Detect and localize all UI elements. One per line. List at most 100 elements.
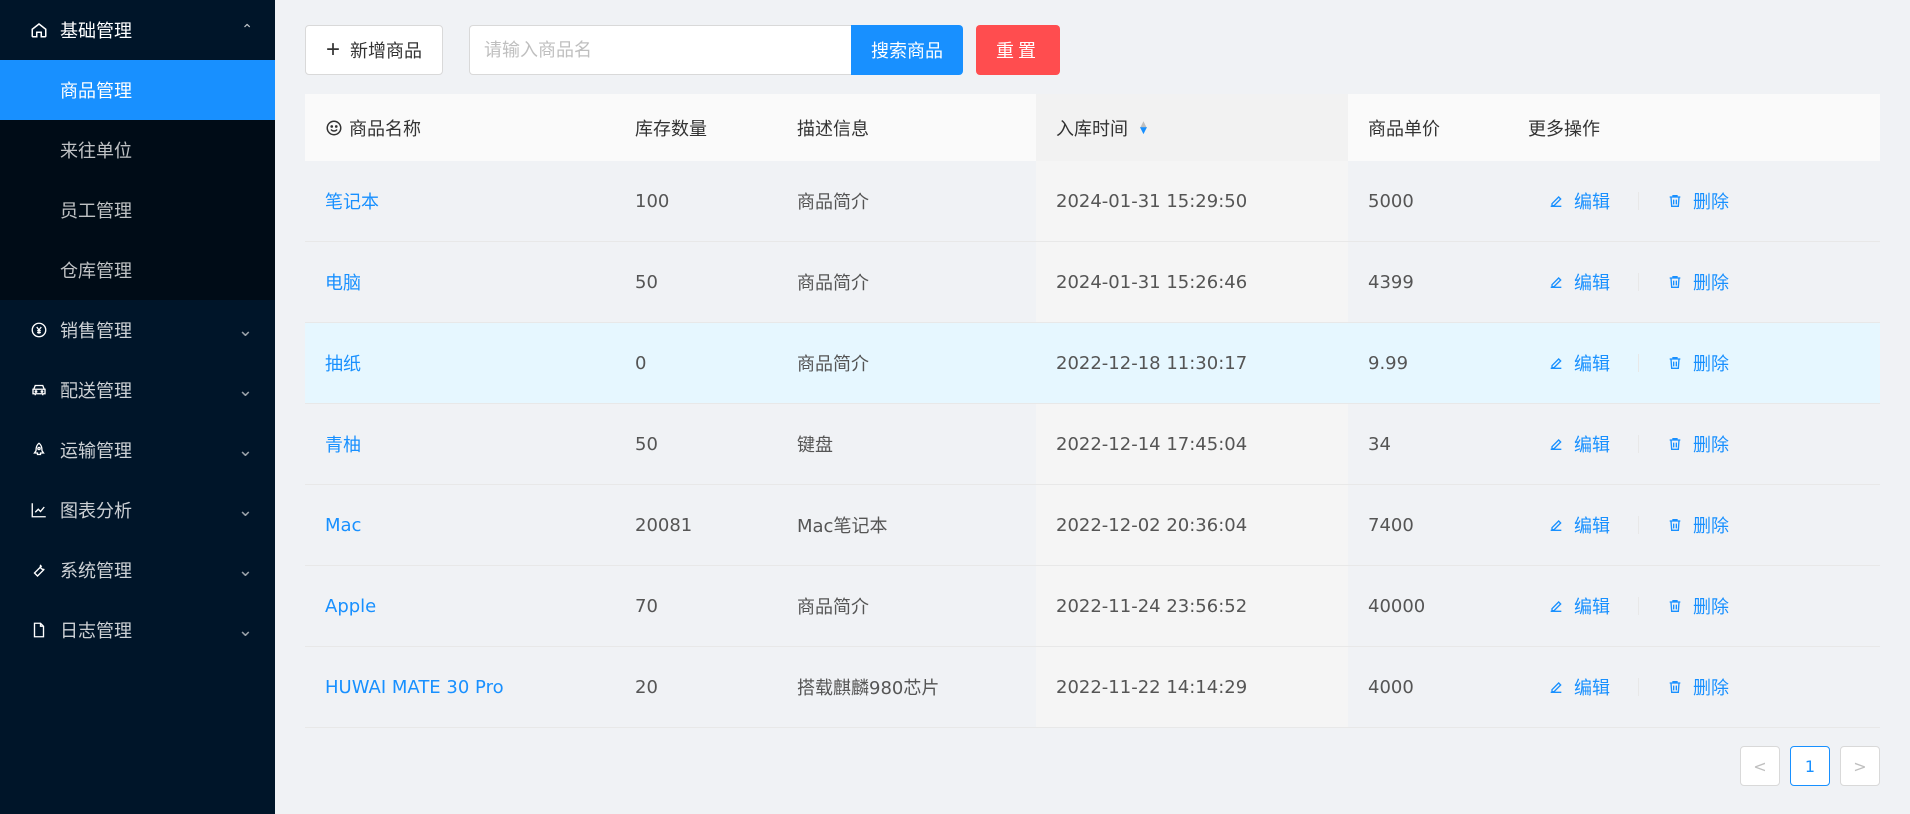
edit-button[interactable]: 编辑 <box>1548 188 1610 214</box>
menu-item-transport[interactable]: 运输管理 ⌄ <box>0 420 275 480</box>
search-group: 搜索商品 <box>469 25 964 75</box>
next-page-button[interactable]: > <box>1840 746 1880 786</box>
cell-time: 2022-12-02 20:36:04 <box>1036 485 1348 565</box>
rocket-icon <box>28 441 50 459</box>
prev-page-button[interactable]: < <box>1740 746 1780 786</box>
th-ops: 更多操作 <box>1508 94 1880 161</box>
menu-item-logs[interactable]: 日志管理 ⌄ <box>0 600 275 660</box>
table-row: Mac 20081 Mac笔记本 2022-12-02 20:36:04 7400 编辑 删… <box>305 485 1880 566</box>
submenu-item-warehouse[interactable]: 仓库管理 <box>0 240 275 300</box>
table-row: Apple 70 商品简介 2022-11-24 23:56:52 40000 编辑 删除 <box>305 566 1880 647</box>
sidebar: 基础管理 ⌃ 商品管理 来往单位 员工管理 仓库管理 销售管理 ⌄ 配送管理 ⌄… <box>0 0 275 814</box>
edit-icon <box>1548 193 1574 209</box>
delete-button[interactable]: 删除 <box>1667 593 1729 619</box>
cell-desc: 商品简介 <box>797 273 869 294</box>
menu-item-label: 系统管理 <box>60 561 132 582</box>
cell-name[interactable]: 青柚 <box>305 404 615 484</box>
cell-stock: 0 <box>635 352 647 374</box>
menu-item-charts[interactable]: 图表分析 ⌄ <box>0 480 275 540</box>
cell-desc: 搭载麒麟980芯片 <box>797 678 940 699</box>
menu-item-label: 销售管理 <box>60 321 132 342</box>
edit-label: 编辑 <box>1574 597 1610 618</box>
home-icon <box>28 21 50 39</box>
line-chart-icon <box>28 501 50 519</box>
submenu-item-label: 仓库管理 <box>60 261 132 282</box>
th-label: 描述信息 <box>797 118 869 140</box>
op-divider <box>1638 354 1639 372</box>
op-divider <box>1638 435 1639 453</box>
reset-button[interactable]: 重置 <box>976 25 1061 75</box>
delete-label: 删除 <box>1693 597 1729 618</box>
submenu-item-staff[interactable]: 员工管理 <box>0 180 275 240</box>
cell-name[interactable]: 电脑 <box>305 242 615 322</box>
cell-price: 34 <box>1368 433 1391 455</box>
cell-time: 2022-11-24 23:56:52 <box>1036 566 1348 646</box>
edit-label: 编辑 <box>1574 435 1610 456</box>
th-label: 入库时间 <box>1056 118 1128 140</box>
add-goods-button[interactable]: + 新增商品 <box>305 25 444 75</box>
edit-button[interactable]: 编辑 <box>1548 512 1610 538</box>
edit-button[interactable]: 编辑 <box>1548 674 1610 700</box>
cell-name[interactable]: 笔记本 <box>305 161 615 241</box>
delete-button[interactable]: 删除 <box>1667 350 1729 376</box>
chevron-up-icon: ⌃ <box>241 22 253 38</box>
op-divider <box>1638 192 1639 210</box>
cell-stock: 50 <box>635 433 658 455</box>
cell-desc: 商品简介 <box>797 597 869 618</box>
delete-button[interactable]: 删除 <box>1667 431 1729 457</box>
trash-icon <box>1667 679 1693 695</box>
cell-price: 5000 <box>1368 190 1414 212</box>
chevron-down-icon: ⌄ <box>237 379 253 401</box>
search-input[interactable] <box>469 25 852 75</box>
submenu: 商品管理 来往单位 员工管理 仓库管理 <box>0 60 275 300</box>
delete-label: 删除 <box>1693 678 1729 699</box>
th-name: 商品名称 <box>305 94 615 161</box>
menu-group-basic[interactable]: 基础管理 ⌃ <box>0 0 275 60</box>
cell-price: 9.99 <box>1368 352 1409 374</box>
table-row: 笔记本 100 商品简介 2024-01-31 15:29:50 5000 编辑 删除 <box>305 161 1880 242</box>
cell-name[interactable]: 抽纸 <box>305 323 615 403</box>
cell-name[interactable]: Mac <box>305 485 615 565</box>
th-price: 商品单价 <box>1348 94 1508 161</box>
cell-desc: 商品简介 <box>797 354 869 375</box>
menu-item-label: 运输管理 <box>60 441 132 462</box>
add-goods-label: 新增商品 <box>350 41 423 61</box>
delete-button[interactable]: 删除 <box>1667 269 1729 295</box>
page-1-button[interactable]: 1 <box>1790 746 1830 786</box>
cell-stock: 50 <box>635 271 658 293</box>
edit-button[interactable]: 编辑 <box>1548 350 1610 376</box>
cell-time: 2022-11-22 14:14:29 <box>1036 647 1348 727</box>
cell-ops: 编辑 删除 <box>1508 404 1880 484</box>
submenu-item-partners[interactable]: 来往单位 <box>0 120 275 180</box>
cell-name[interactable]: HUWAI MATE 30 Pro <box>305 647 615 727</box>
car-icon <box>28 381 50 399</box>
submenu-item-goods[interactable]: 商品管理 <box>0 60 275 120</box>
cell-name[interactable]: Apple <box>305 566 615 646</box>
table-row: 青柚 50 键盘 2022-12-14 17:45:04 34 编辑 删除 <box>305 404 1880 485</box>
cell-ops: 编辑 删除 <box>1508 161 1880 241</box>
edit-button[interactable]: 编辑 <box>1548 593 1610 619</box>
search-button[interactable]: 搜索商品 <box>851 25 964 75</box>
menu-item-sales[interactable]: 销售管理 ⌄ <box>0 300 275 360</box>
delete-button[interactable]: 删除 <box>1667 188 1729 214</box>
app: 基础管理 ⌃ 商品管理 来往单位 员工管理 仓库管理 销售管理 ⌄ 配送管理 ⌄… <box>0 0 1910 814</box>
delete-button[interactable]: 删除 <box>1667 674 1729 700</box>
delete-label: 删除 <box>1693 354 1729 375</box>
smile-icon <box>325 119 343 137</box>
menu-item-label: 图表分析 <box>60 501 132 522</box>
menu-item-system[interactable]: 系统管理 ⌄ <box>0 540 275 600</box>
table-row: HUWAI MATE 30 Pro 20 搭载麒麟980芯片 2022-11-22 1… <box>305 647 1880 728</box>
edit-label: 编辑 <box>1574 516 1610 537</box>
edit-button[interactable]: 编辑 <box>1548 431 1610 457</box>
sort-icon[interactable]: ▲ ▼ <box>1140 120 1147 135</box>
trash-icon <box>1667 274 1693 290</box>
edit-icon <box>1548 679 1574 695</box>
cell-price: 4000 <box>1368 676 1414 698</box>
edit-button[interactable]: 编辑 <box>1548 269 1610 295</box>
cell-time: 2022-12-14 17:45:04 <box>1036 404 1348 484</box>
delete-button[interactable]: 删除 <box>1667 512 1729 538</box>
th-label: 库存数量 <box>635 118 707 140</box>
menu-item-delivery[interactable]: 配送管理 ⌄ <box>0 360 275 420</box>
th-time[interactable]: 入库时间 ▲ ▼ <box>1036 94 1348 161</box>
edit-icon <box>1548 274 1574 290</box>
